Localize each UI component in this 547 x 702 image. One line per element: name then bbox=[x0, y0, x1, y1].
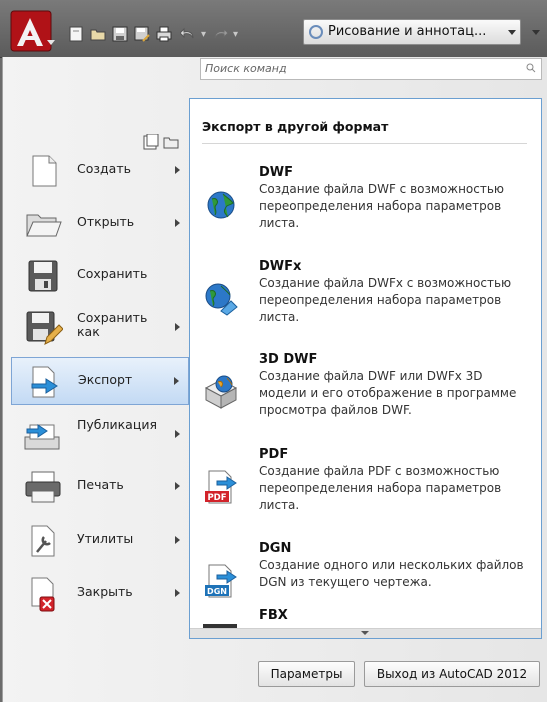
chevron-right-icon bbox=[175, 219, 180, 227]
chevron-right-icon bbox=[175, 589, 180, 597]
export-item-fbx[interactable]: FBX bbox=[190, 608, 541, 628]
export-icon bbox=[31, 366, 58, 398]
export-item-description: Создание файла PDF с возможностью переоп… bbox=[259, 464, 502, 512]
export-item-description: Создание файла DWFx с возможностью перео… bbox=[259, 276, 512, 324]
dwf-globe-icon bbox=[207, 191, 235, 219]
workspace-dropdown[interactable]: Рисование и аннотац... bbox=[303, 19, 521, 45]
export-item-description: Создание файла DWF с возможностью переоп… bbox=[259, 182, 505, 230]
open-file-icon[interactable] bbox=[90, 26, 106, 42]
export-item-name: 3D DWF bbox=[259, 352, 318, 367]
export-item-pdf[interactable]: PDF PDF Создание файла PDF с возможность… bbox=[190, 447, 541, 527]
redo-dropdown-icon[interactable]: ▾ bbox=[233, 29, 238, 40]
divider bbox=[202, 143, 527, 144]
menu-item-label: Создать bbox=[77, 161, 131, 176]
pdf-icon: PDF bbox=[205, 470, 237, 504]
export-submenu: Экспорт в другой формат DWF Создание фай… bbox=[189, 98, 542, 639]
export-item-description: Создание одного или нескольких файлов DG… bbox=[259, 558, 524, 589]
publish-icon bbox=[24, 424, 60, 450]
menu-item-label: Печать bbox=[77, 477, 124, 492]
chevron-down-icon bbox=[508, 30, 516, 35]
export-item-name: DGN bbox=[259, 541, 292, 556]
new-file-icon[interactable] bbox=[68, 26, 84, 42]
menu-item-save-as[interactable]: Сохранить как bbox=[11, 304, 189, 352]
export-item-name: PDF bbox=[259, 447, 289, 462]
dwfx-globe-icon bbox=[205, 283, 238, 316]
save-as-icon[interactable] bbox=[134, 26, 150, 42]
close-document-icon bbox=[31, 577, 55, 612]
panel-title: Экспорт в другой формат bbox=[202, 119, 389, 134]
export-item-dwf[interactable]: DWF Создание файла DWF с возможностью пе… bbox=[190, 165, 541, 245]
search-icon bbox=[526, 63, 536, 73]
exit-autocad-button[interactable]: Выход из AutoCAD 2012 bbox=[364, 661, 540, 687]
search-placeholder: Поиск команд bbox=[205, 62, 287, 75]
menu-item-save[interactable]: Сохранить bbox=[11, 252, 189, 300]
export-item-description: Создание файла DWF или DWFx 3D модели и … bbox=[259, 369, 517, 417]
menu-item-new[interactable]: Создать bbox=[11, 147, 189, 195]
new-document-icon bbox=[32, 155, 57, 187]
menu-item-close[interactable]: Закрыть bbox=[11, 570, 189, 618]
export-item-dwfx[interactable]: DWFx Создание файла DWFx с возможностью … bbox=[190, 259, 541, 339]
dwf-3d-icon bbox=[204, 375, 238, 409]
redo-icon[interactable] bbox=[212, 26, 229, 42]
floppy-disk-icon bbox=[28, 260, 58, 292]
chevron-right-icon bbox=[175, 323, 180, 331]
autocad-logo-icon bbox=[10, 10, 55, 52]
chevron-right-icon bbox=[175, 482, 180, 490]
chevron-right-icon bbox=[174, 377, 179, 385]
undo-icon[interactable] bbox=[179, 26, 196, 42]
menu-item-label: Сохранить как bbox=[77, 310, 148, 339]
menu-item-export[interactable]: Экспорт bbox=[11, 357, 189, 405]
customize-toolbar-icon[interactable] bbox=[532, 30, 540, 35]
scroll-down-arrow-icon bbox=[361, 631, 369, 635]
chevron-right-icon bbox=[175, 536, 180, 544]
menu-item-publish[interactable]: Публикация bbox=[11, 411, 189, 459]
undo-dropdown-icon[interactable]: ▾ bbox=[201, 29, 206, 40]
menu-item-label: Утилиты bbox=[77, 531, 134, 546]
menu-item-print[interactable]: Печать bbox=[11, 463, 189, 511]
menu-item-label: Сохранить bbox=[77, 266, 148, 281]
plot-icon[interactable] bbox=[156, 26, 172, 42]
save-as-icon bbox=[26, 311, 63, 345]
menu-item-label: Публикация bbox=[77, 417, 157, 432]
export-item-3d-dwf[interactable]: 3D DWF Создание файла DWF или DWFx 3D мо… bbox=[190, 352, 541, 432]
menu-item-label: Экспорт bbox=[78, 372, 133, 387]
utilities-icon bbox=[31, 525, 55, 557]
search-commands-field[interactable]: Поиск команд bbox=[200, 58, 542, 80]
export-item-name: DWF bbox=[259, 165, 294, 180]
application-menu-button[interactable] bbox=[10, 10, 56, 54]
printer-icon bbox=[25, 471, 61, 503]
menu-item-label: Открыть bbox=[77, 214, 135, 229]
export-item-name: DWFx bbox=[259, 259, 302, 274]
menu-item-label: Закрыть bbox=[77, 584, 133, 599]
gear-icon bbox=[309, 25, 323, 39]
quick-access-toolbar: ▾ ▾ Рисование и аннотац... bbox=[0, 0, 547, 58]
export-item-name: FBX bbox=[259, 608, 288, 623]
save-icon[interactable] bbox=[112, 26, 128, 42]
chevron-right-icon bbox=[175, 166, 180, 174]
options-button[interactable]: Параметры bbox=[258, 661, 355, 687]
open-folder-icon bbox=[26, 214, 62, 237]
menu-item-open[interactable]: Открыть bbox=[11, 200, 189, 248]
scroll-down-strip[interactable] bbox=[190, 628, 541, 638]
svg-text:PDF: PDF bbox=[207, 493, 226, 503]
dgn-icon: DGN bbox=[205, 564, 237, 598]
workspace-label: Рисование и аннотац... bbox=[328, 24, 487, 39]
menu-item-utilities[interactable]: Утилиты bbox=[11, 517, 189, 565]
chevron-right-icon bbox=[175, 430, 180, 438]
svg-text:DGN: DGN bbox=[207, 587, 227, 596]
